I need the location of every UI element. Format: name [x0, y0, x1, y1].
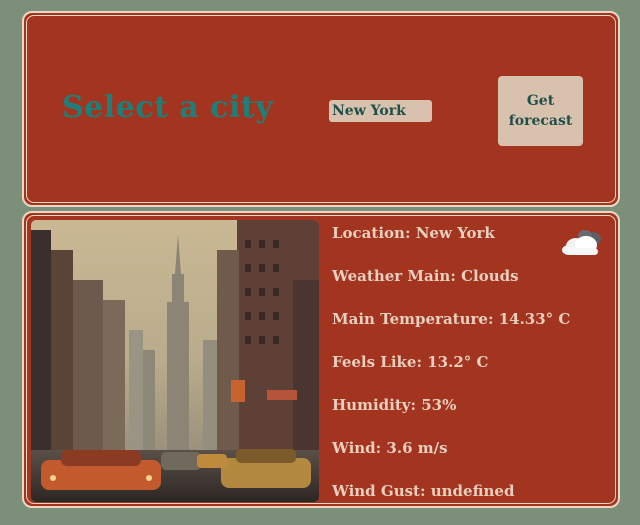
- cloud-icon: [560, 228, 606, 258]
- city-photo-illustration: [31, 220, 319, 502]
- weather-result-panel: Location: New York Weather Main: Clouds …: [22, 211, 620, 508]
- city-input[interactable]: [329, 100, 432, 122]
- location-text: Location: New York: [332, 224, 495, 242]
- feels-like-text: Feels Like: 13.2° C: [332, 353, 489, 371]
- city-selector-panel: Select a city Get forecast: [22, 11, 620, 207]
- wind-gust-text: Wind Gust: undefined: [332, 482, 515, 500]
- city-photo: [31, 220, 319, 502]
- weather-details: Location: New York Weather Main: Clouds …: [332, 223, 570, 524]
- get-forecast-button[interactable]: Get forecast: [498, 76, 583, 146]
- humidity-text: Humidity: 53%: [332, 396, 457, 414]
- main-temperature-text: Main Temperature: 14.33° C: [332, 310, 571, 328]
- wind-text: Wind: 3.6 m/s: [332, 439, 448, 457]
- page-title: Select a city: [62, 90, 274, 125]
- weather-main-text: Weather Main: Clouds: [332, 267, 519, 285]
